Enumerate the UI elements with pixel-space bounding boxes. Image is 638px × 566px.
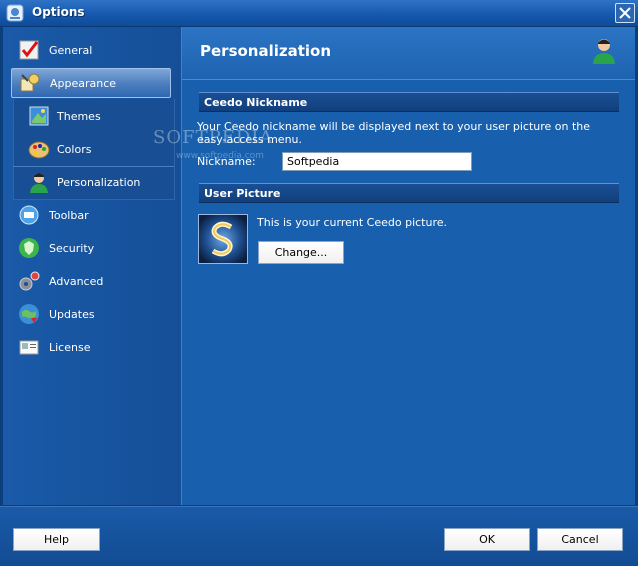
colors-icon — [28, 141, 50, 159]
sidebar-item-appearance[interactable]: Appearance — [11, 68, 171, 98]
cancel-button[interactable]: Cancel — [537, 528, 623, 551]
sidebar-item-security[interactable]: Security — [11, 234, 173, 262]
sidebar-item-label: Personalization — [57, 175, 141, 189]
nickname-section-header: Ceedo Nickname — [199, 92, 619, 112]
page-header: Personalization — [182, 27, 635, 80]
app-icon — [6, 4, 24, 22]
sidebar-item-label: Colors — [57, 142, 92, 156]
main-panel: Personalization Ceedo Nickname Your Ceed… — [182, 27, 635, 505]
advanced-icon — [19, 271, 40, 291]
sidebar-item-label: Appearance — [50, 76, 117, 90]
ok-button[interactable]: OK — [444, 528, 530, 551]
general-icon — [19, 40, 39, 60]
themes-icon — [29, 106, 49, 126]
sidebar-item-label: General — [49, 43, 93, 57]
sidebar-item-themes[interactable]: Themes — [11, 102, 173, 130]
sidebar-item-advanced[interactable]: Advanced — [11, 267, 173, 295]
sidebar-item-label: Updates — [49, 307, 95, 321]
sidebar-item-updates[interactable]: Updates — [11, 300, 173, 328]
window-title: Options — [32, 5, 85, 19]
sidebar-item-toolbar[interactable]: Toolbar — [11, 201, 173, 229]
sidebar-item-label: Advanced — [49, 274, 104, 288]
sidebar-item-label: Toolbar — [49, 208, 89, 222]
nickname-label: Nickname: — [197, 155, 256, 168]
user-picture-section-header: User Picture — [199, 183, 619, 203]
close-button[interactable] — [615, 3, 635, 23]
sidebar-item-label: Themes — [57, 109, 101, 123]
user-picture-text: This is your current Ceedo picture. — [257, 216, 448, 229]
nickname-input[interactable] — [282, 152, 472, 171]
title-bar: Options — [0, 0, 638, 27]
user-icon — [30, 173, 48, 193]
sidebar-item-personalization[interactable]: Personalization — [11, 168, 173, 196]
security-icon — [19, 238, 39, 258]
sidebar-item-general[interactable]: General — [11, 36, 173, 64]
sidebar-item-label: License — [49, 340, 91, 354]
help-button[interactable]: Help — [13, 528, 100, 551]
subgroup-divider — [13, 166, 174, 167]
updates-icon — [19, 304, 39, 324]
page-title: Personalization — [200, 42, 332, 60]
sidebar-item-label: Security — [49, 241, 95, 255]
sidebar-item-license[interactable]: License — [11, 333, 173, 361]
user-avatar-icon — [593, 39, 615, 64]
sidebar-item-colors[interactable]: Colors — [11, 135, 173, 163]
change-picture-button[interactable]: Change... — [258, 241, 344, 264]
toolbar-icon — [19, 205, 39, 225]
footer-bar: Help OK Cancel — [0, 506, 638, 566]
user-picture-image — [199, 215, 247, 263]
user-picture — [198, 214, 248, 264]
close-icon — [619, 7, 631, 19]
license-icon — [19, 340, 39, 355]
sidebar: General Appearance Themes Colors Persona… — [3, 27, 182, 505]
appearance-icon — [20, 73, 40, 92]
nickname-description: Your Ceedo nickname will be displayed ne… — [197, 120, 591, 146]
